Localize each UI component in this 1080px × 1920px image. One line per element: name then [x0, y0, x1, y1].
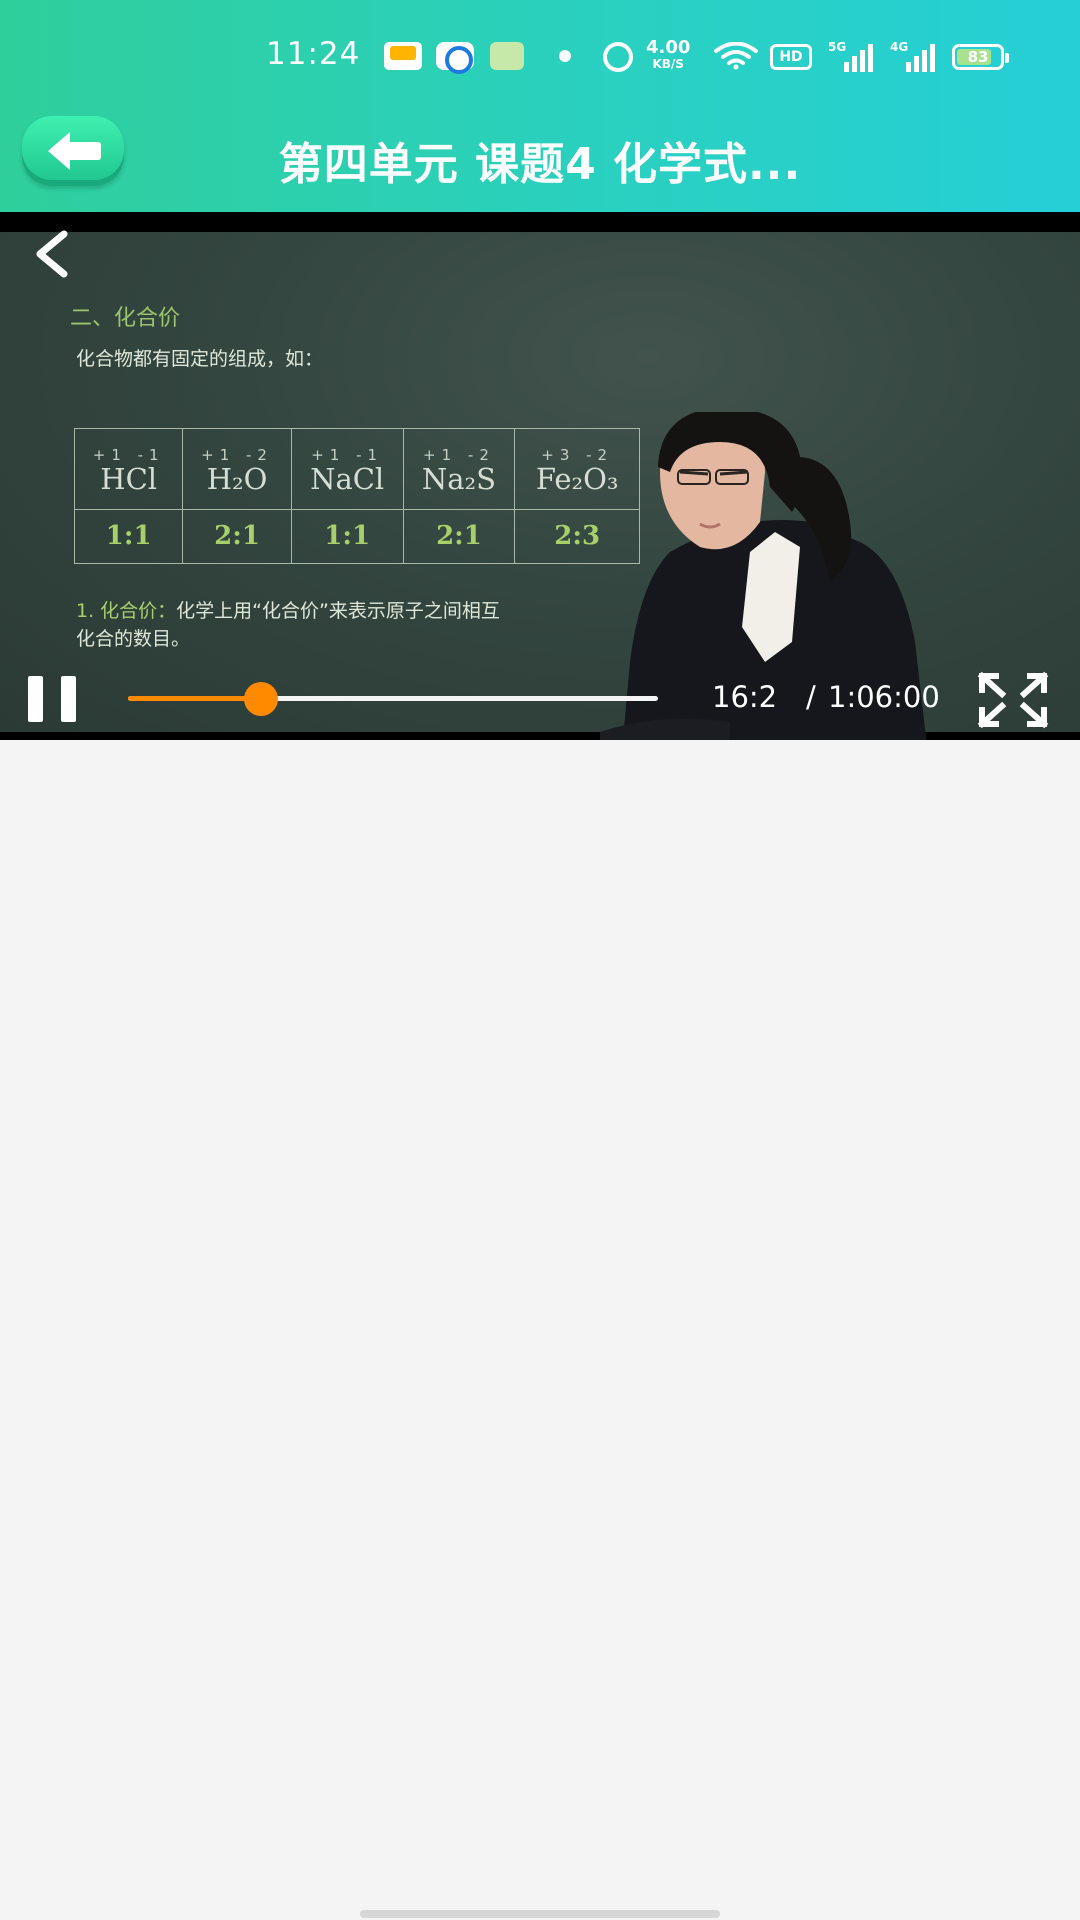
- board-definition-continued: 化合的数目。: [76, 628, 191, 650]
- title-bar: 第四单元 课题4 化学式...: [0, 112, 1080, 212]
- page-title: 第四单元 课题4 化学式...: [278, 139, 802, 190]
- formula-label: NaCl: [310, 461, 385, 496]
- net-speed-value: 4.00: [646, 37, 691, 58]
- formula-table: +1 -1 HCl +1 -2 H₂O +1 -1 NaCl +1 -2 Na₂S +3…: [73, 428, 640, 565]
- status-time: 11:24: [266, 36, 361, 72]
- status-bar: 11:24 4.00 KB/S HD 5G 4G 83: [0, 0, 1080, 112]
- time-separator: /: [806, 680, 816, 714]
- home-indicator[interactable]: [360, 1910, 720, 1918]
- app-notification-icon-3: [490, 42, 524, 70]
- battery-percent: 83: [967, 48, 989, 66]
- formula-label: HCl: [100, 461, 158, 496]
- battery-icon: 83: [952, 44, 1009, 70]
- formula-cell: +1 -2 Na₂S: [402, 428, 516, 510]
- dot-icon: [559, 50, 571, 62]
- formula-cell: +1 -2 H₂O: [182, 428, 292, 510]
- definition-text: 化学上用“化合价”来表示原子之间相互: [176, 600, 500, 622]
- total-time: 1:06:00: [828, 680, 940, 714]
- formula-cell: +1 -1 HCl: [73, 428, 184, 510]
- formula-cell: +1 -1 NaCl: [290, 428, 404, 510]
- player-back-button[interactable]: [30, 228, 74, 280]
- pause-icon: [28, 676, 43, 722]
- video-player[interactable]: 二、化合价 化合物都有固定的组成，如： +1 -1 HCl +1 -2 H₂O +1…: [0, 212, 1080, 740]
- board-definition: 1. 化合价：化学上用“化合价”来表示原子之间相互: [76, 596, 500, 623]
- definition-keyword: 1. 化合价：: [76, 600, 177, 622]
- hd-icon: HD: [770, 44, 812, 70]
- alarm-icon: [603, 42, 633, 72]
- current-time: 16:2: [712, 680, 778, 714]
- board-heading: 二、化合价: [70, 306, 181, 331]
- pause-button[interactable]: [28, 676, 78, 722]
- progress-fill: [128, 696, 261, 701]
- progress-bar[interactable]: [128, 682, 658, 716]
- pause-icon: [61, 676, 76, 722]
- ratio-cell: 1:1: [290, 508, 404, 565]
- formula-label: H₂O: [206, 461, 268, 496]
- net-speed: 4.00 KB/S: [646, 37, 691, 72]
- app-notification-icon-2: [436, 42, 474, 74]
- net-speed-unit: KB/S: [652, 57, 684, 71]
- board-intro: 化合物都有固定的组成，如：: [76, 348, 324, 370]
- player-controls: 16:2 / 1:06:00: [0, 652, 1080, 740]
- ratio-cell: 2:1: [402, 508, 516, 565]
- wifi-icon: [714, 42, 758, 70]
- formula-label: Na₂S: [421, 461, 497, 496]
- app-header: 11:24 4.00 KB/S HD 5G 4G 83 第四单元 课题4 化学式…: [0, 0, 1080, 212]
- fullscreen-button[interactable]: [976, 670, 1050, 730]
- app-notification-icon-1: [384, 42, 422, 70]
- ratio-cell: 2:1: [182, 508, 292, 565]
- signal-4g-icon: 4G: [890, 40, 940, 72]
- ratio-cell: 1:1: [73, 508, 184, 565]
- signal-5g-icon: 5G: [828, 40, 878, 72]
- progress-thumb[interactable]: [243, 682, 278, 716]
